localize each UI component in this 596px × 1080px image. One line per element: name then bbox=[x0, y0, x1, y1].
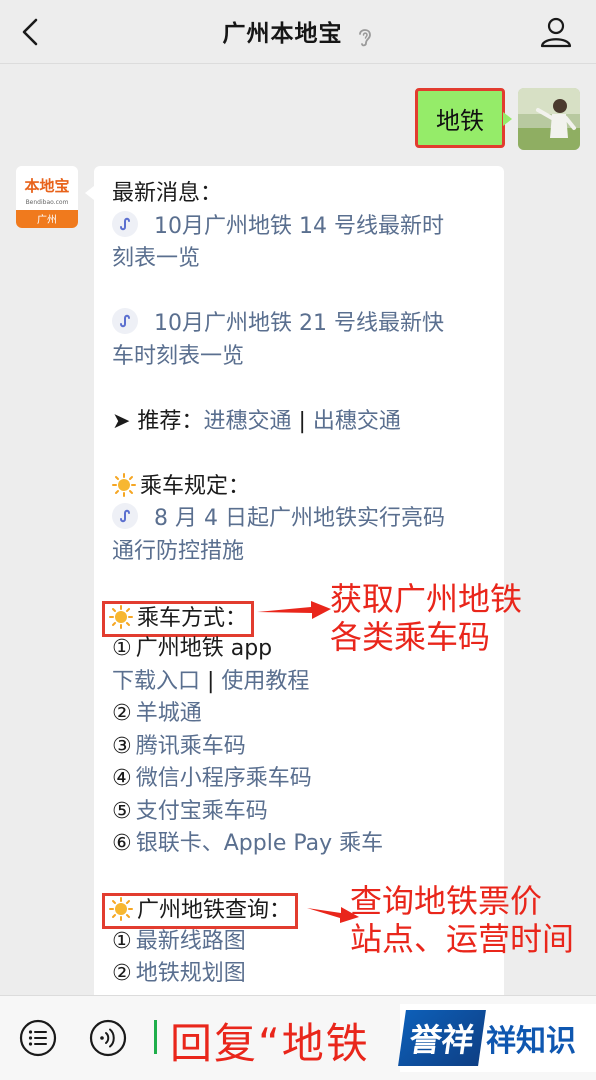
logo-city: 广州 bbox=[37, 214, 57, 226]
watermark: 誉祥 祥知识 bbox=[398, 1004, 596, 1072]
ride-item-1-links: 下载入口 | 使用教程 bbox=[112, 666, 492, 699]
query-heading-box: 广州地铁查询： bbox=[102, 893, 299, 929]
ride-item-2-text[interactable]: 羊城通 bbox=[136, 701, 202, 726]
reply-instruction: 回复“地铁 bbox=[170, 1019, 370, 1068]
ride-item-2-num: ② bbox=[112, 701, 132, 726]
outgoing-message-bubble[interactable]: 地铁 bbox=[415, 88, 505, 148]
rules-link[interactable]: 8 月 4 日起广州地铁实行亮码 bbox=[112, 503, 492, 536]
query-item-2-num: ② bbox=[112, 961, 132, 986]
news-link-1[interactable]: 10月广州地铁 14 号线最新时 bbox=[112, 210, 492, 244]
ride-item-1-text: 广州地铁 app bbox=[135, 636, 273, 661]
ride-item-2[interactable]: ② 羊城通 bbox=[112, 698, 492, 731]
rules-line-1[interactable]: 8 月 4 日起广州地铁实行亮码 bbox=[154, 506, 445, 531]
news-link-2[interactable]: 10月广州地铁 21 号线最新快 bbox=[112, 308, 492, 341]
ride-item-6-text[interactable]: 银联卡、Apple Pay 乘车 bbox=[136, 831, 383, 856]
query-item-1-text[interactable]: 最新线路图 bbox=[136, 929, 246, 954]
annotation-ride-codes: 获取广州地铁 各类乘车码 bbox=[330, 580, 522, 656]
annotation-arrow-1 bbox=[257, 601, 331, 619]
ride-item-6-num: ⑥ bbox=[112, 831, 132, 856]
outgoing-bubble-tail bbox=[503, 112, 512, 126]
bendibao-logo: 本地宝 Bendibao.com 广州 bbox=[16, 166, 78, 228]
mini-program-icon bbox=[112, 210, 138, 237]
annotation-2-line-2: 站点、运营时间 bbox=[350, 920, 575, 958]
text-cursor bbox=[154, 1020, 157, 1054]
download-link[interactable]: 下载入口 bbox=[112, 669, 200, 694]
top-bar: 广州本地宝 bbox=[0, 0, 596, 64]
news-2-line-1[interactable]: 10月广州地铁 21 号线最新快 bbox=[154, 311, 444, 336]
sun-icon bbox=[109, 897, 133, 921]
menu-list-icon[interactable] bbox=[18, 1018, 58, 1058]
ride-item-5-text[interactable]: 支付宝乘车码 bbox=[136, 799, 268, 824]
annotation-1-line-2: 各类乘车码 bbox=[330, 618, 491, 656]
watermark-logo: 誉祥 bbox=[398, 1010, 486, 1066]
ride-item-4-text[interactable]: 微信小程序乘车码 bbox=[136, 766, 312, 791]
sun-icon bbox=[112, 472, 136, 497]
news-2-line-2[interactable]: 车时刻表一览 bbox=[112, 341, 492, 374]
ride-item-1-num: ① bbox=[112, 636, 132, 661]
latest-news-label: 最新消息： bbox=[112, 181, 223, 206]
query-item-1-num: ① bbox=[112, 928, 132, 954]
query-item-2[interactable]: ② 地铁规划图 bbox=[112, 958, 492, 991]
sun-icon bbox=[109, 604, 133, 629]
news-1-line-2[interactable]: 刻表一览 bbox=[112, 243, 492, 276]
ride-item-3[interactable]: ③ 腾讯乘车码 bbox=[112, 731, 492, 764]
rules-heading: 乘车规定： bbox=[112, 471, 492, 504]
annotation-2-line-1: 查询地铁票价 bbox=[350, 882, 543, 920]
profile-icon[interactable] bbox=[538, 14, 574, 50]
ear-mode-icon bbox=[358, 28, 371, 46]
logo-domain: Bendibao.com bbox=[26, 199, 69, 206]
recommend-row: ➤ 推荐：进穗交通 | 出穗交通 bbox=[112, 406, 492, 439]
recommend-link-inbound[interactable]: 进穗交通 bbox=[203, 409, 291, 434]
outgoing-message-text: 地铁 bbox=[436, 106, 484, 135]
ride-label: 乘车方式： bbox=[137, 605, 248, 631]
ride-item-4[interactable]: ④ 微信小程序乘车码 bbox=[112, 763, 492, 796]
annotation-metro-query: 查询地铁票价 站点、运营时间 bbox=[350, 882, 574, 958]
annotation-1-line-1: 获取广州地铁 bbox=[330, 580, 523, 618]
logo-name: 本地宝 bbox=[24, 177, 69, 195]
ride-item-3-text[interactable]: 腾讯乘车码 bbox=[136, 734, 246, 759]
rules-line-2[interactable]: 通行防控措施 bbox=[112, 536, 492, 569]
recommend-link-outbound[interactable]: 出穗交通 bbox=[313, 409, 401, 434]
my-avatar[interactable] bbox=[518, 88, 580, 150]
rules-label: 乘车规定： bbox=[140, 473, 251, 499]
page-title: 广州本地宝 bbox=[222, 21, 343, 47]
my-avatar-photo bbox=[518, 88, 580, 150]
query-item-2-text[interactable]: 地铁规划图 bbox=[136, 961, 246, 986]
tutorial-link[interactable]: 使用教程 bbox=[221, 669, 309, 694]
ride-item-3-num: ③ bbox=[112, 733, 132, 759]
watermark-text: 祥知识 bbox=[486, 1024, 576, 1059]
title-area: 广州本地宝 bbox=[0, 14, 596, 49]
mini-program-icon bbox=[112, 503, 138, 529]
ride-heading-box: 乘车方式： bbox=[102, 600, 255, 637]
voice-icon[interactable] bbox=[88, 1018, 128, 1058]
ride-item-1-separator: | bbox=[200, 668, 222, 694]
ride-item-5[interactable]: ⑤ 支付宝乘车码 bbox=[112, 796, 492, 829]
official-account-avatar[interactable]: 本地宝 Bendibao.com 广州 bbox=[16, 166, 78, 228]
ride-item-4-num: ④ bbox=[112, 766, 132, 791]
news-1-line-1[interactable]: 10月广州地铁 14 号线最新时 bbox=[154, 214, 444, 239]
mini-program-icon bbox=[112, 308, 138, 334]
recommend-separator: | bbox=[291, 408, 313, 434]
ride-item-6[interactable]: ⑥ 银联卡、Apple Pay 乘车 bbox=[112, 828, 492, 861]
incoming-bubble-tail bbox=[85, 186, 94, 200]
recommend-label: ➤ 推荐： bbox=[112, 408, 204, 434]
query-label: 广州地铁查询： bbox=[137, 898, 292, 923]
ride-item-5-num: ⑤ bbox=[112, 798, 132, 824]
